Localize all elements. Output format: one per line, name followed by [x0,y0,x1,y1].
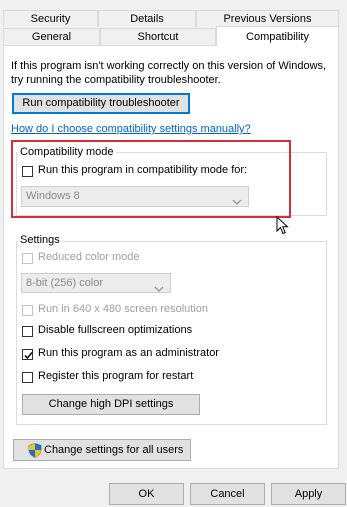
color-depth-value: 8-bit (256) color [26,277,104,289]
cancel-label: Cancel [210,488,245,500]
ok-button[interactable]: OK [109,483,184,505]
resolution-checkbox [22,305,33,316]
settings-title: Settings [18,234,62,246]
change-dpi-button[interactable]: Change high DPI settings [22,394,200,415]
chevron-down-icon [154,280,164,298]
change-all-users-label: Change settings for all users [44,444,184,456]
tab-security-label: Security [30,13,71,25]
change-all-users-button[interactable]: Change settings for all users [13,439,191,461]
run-troubleshooter-button[interactable]: Run compatibility troubleshooter [12,93,190,114]
intro-line-1: If this program isn't working correctly … [11,60,327,72]
tab-shortcut-label: Shortcut [137,31,179,43]
admin-checkbox[interactable] [22,349,33,360]
change-dpi-label: Change high DPI settings [48,398,174,410]
uac-shield-icon [28,443,42,465]
tab-previous-versions-label: Previous Versions [223,13,312,25]
ok-label: OK [138,488,155,500]
checkmark-icon [24,352,33,360]
tab-compatibility-label: Compatibility [246,31,309,43]
fullscreen-checkbox[interactable] [22,326,33,337]
tab-details-label: Details [130,13,164,25]
restart-label[interactable]: Register this program for restart [38,370,193,382]
tab-compatibility[interactable]: Compatibility [216,26,339,46]
tab-general[interactable]: General [3,28,100,45]
tab-general-label: General [31,31,72,43]
restart-checkbox[interactable] [22,372,33,383]
admin-label[interactable]: Run this program as an administrator [38,347,219,359]
tab-details[interactable]: Details [98,10,196,27]
fullscreen-label[interactable]: Disable fullscreen optimizations [38,324,192,336]
run-troubleshooter-label: Run compatibility troubleshooter [22,97,180,109]
highlight-box [11,140,291,218]
intro-line-2: try running the compatibility troublesho… [11,74,221,86]
reduced-color-checkbox [22,253,33,264]
resolution-label: Run in 640 x 480 screen resolution [38,303,208,315]
help-link[interactable]: How do I choose compatibility settings m… [11,123,251,135]
color-depth-select: 8-bit (256) color [21,273,171,293]
tab-security[interactable]: Security [3,10,98,27]
apply-button[interactable]: Apply [271,483,346,505]
cancel-button[interactable]: Cancel [190,483,265,505]
apply-label: Apply [294,488,323,500]
tab-previous-versions[interactable]: Previous Versions [196,10,339,27]
reduced-color-label: Reduced color mode [38,251,140,263]
mouse-cursor-icon [276,215,290,239]
tab-shortcut[interactable]: Shortcut [100,28,216,45]
